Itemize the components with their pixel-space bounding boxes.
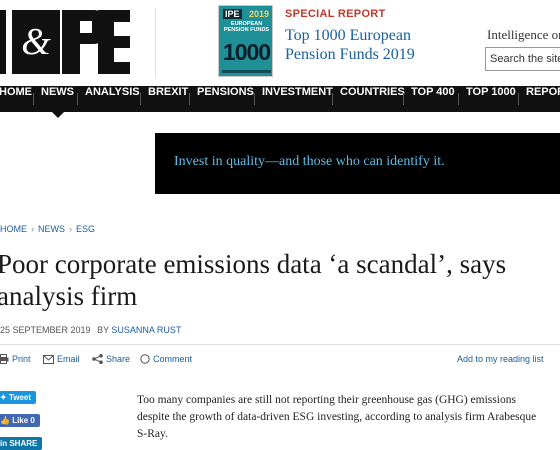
tweet-label: Tweet <box>8 393 32 402</box>
nav-item-top1000[interactable]: TOP 1000 <box>466 86 516 112</box>
chevron-right-icon: › <box>31 224 34 234</box>
cover-footer-strip <box>222 70 271 73</box>
nav-separator <box>189 93 190 105</box>
ad-banner-text: Invest in quality—and those who can iden… <box>174 154 445 169</box>
envelope-icon <box>43 354 54 364</box>
linkedin-icon: in <box>0 439 10 448</box>
header-divider <box>155 8 156 78</box>
nav-item-pensions[interactable]: PENSIONS <box>197 86 254 112</box>
comment-icon <box>140 354 150 364</box>
nav-item-home[interactable]: HOME <box>0 86 32 112</box>
share-icon <box>92 354 103 364</box>
svg-text:&: & <box>21 21 51 63</box>
share-label: Share <box>106 354 131 364</box>
article-meta: 25 SEPTEMBER 2019 BY SUSANNA RUST <box>0 325 181 335</box>
twitter-icon: ✦ <box>0 393 9 402</box>
nav-item-brexit[interactable]: BREXIT <box>148 86 188 112</box>
linkedin-share-button[interactable]: in SHARE <box>0 437 43 450</box>
breadcrumb: HOME › NEWS › ESG <box>0 224 95 234</box>
author-link[interactable]: SUSANNA RUST <box>111 325 181 335</box>
nav-item-countries[interactable]: COUNTRIES <box>340 86 405 112</box>
comment-button[interactable]: Comment <box>140 354 192 364</box>
nav-separator <box>33 93 34 105</box>
special-report-title-link[interactable]: Top 1000 European Pension Funds 2019 <box>285 26 445 64</box>
article-actions: Print Email Share Comment Add to my read… <box>0 354 560 368</box>
cover-brand: IPE <box>223 9 242 19</box>
cover-subtitle: EUROPEAN PENSION FUNDS <box>223 21 270 33</box>
nav-separator <box>77 93 78 105</box>
nav-separator <box>140 93 141 105</box>
linkedin-share-label: SHARE <box>9 439 38 448</box>
comment-label: Comment <box>153 354 193 364</box>
facebook-like-button[interactable]: 👍 Like 0 <box>0 414 40 427</box>
breadcrumb-news[interactable]: NEWS <box>38 224 65 234</box>
share-button[interactable]: Share <box>92 354 130 364</box>
like-label: Like 0 <box>12 416 35 425</box>
nav-separator <box>403 93 404 105</box>
email-label: Email <box>57 354 80 364</box>
nav-item-investment[interactable]: INVESTMENT <box>262 86 333 112</box>
search-input[interactable]: Search the site <box>485 47 560 71</box>
nav-separator <box>518 93 519 105</box>
tagline: Intelligence on <box>487 27 560 42</box>
ad-banner[interactable]: Invest in quality—and those who can iden… <box>155 133 560 194</box>
thumbs-up-icon: 👍 <box>0 416 13 425</box>
cover-number: 1000 <box>222 39 271 65</box>
chevron-right-icon: › <box>69 224 72 234</box>
nav-item-top400[interactable]: TOP 400 <box>411 86 455 112</box>
main-nav: HOME NEWS ANALYSIS BREXIT PENSIONS INVES… <box>0 86 560 118</box>
nav-item-analysis[interactable]: ANALYSIS <box>85 86 140 112</box>
article-date: 25 SEPTEMBER 2019 <box>0 325 91 335</box>
nav-separator <box>458 93 459 105</box>
byline-label: BY <box>97 325 109 335</box>
breadcrumb-home[interactable]: HOME <box>0 224 27 234</box>
article-title: Poor corporate emissions data ‘a scandal… <box>0 249 507 311</box>
ipe-logo[interactable]: & <box>0 10 130 74</box>
nav-separator <box>254 93 255 105</box>
email-button[interactable]: Email <box>43 354 80 364</box>
article-body: Too many companies are still not reporti… <box>137 394 537 440</box>
nav-separator <box>332 93 333 105</box>
divider <box>0 344 560 345</box>
printer-icon <box>0 354 9 364</box>
nav-item-news[interactable]: NEWS <box>41 86 74 118</box>
print-button[interactable]: Print <box>0 354 31 364</box>
nav-item-reports[interactable]: REPORTS <box>526 86 560 112</box>
tweet-button[interactable]: ✦ Tweet <box>0 391 37 404</box>
cover-year: 2019 <box>248 9 269 19</box>
print-label: Print <box>12 354 31 364</box>
special-report-label: SPECIAL REPORT <box>285 8 386 20</box>
reading-list-link[interactable]: Add to my reading list <box>457 354 544 364</box>
special-report-cover-image[interactable]: IPE 2019 EUROPEAN PENSION FUNDS 1000 <box>218 5 273 77</box>
breadcrumb-esg[interactable]: ESG <box>76 224 95 234</box>
